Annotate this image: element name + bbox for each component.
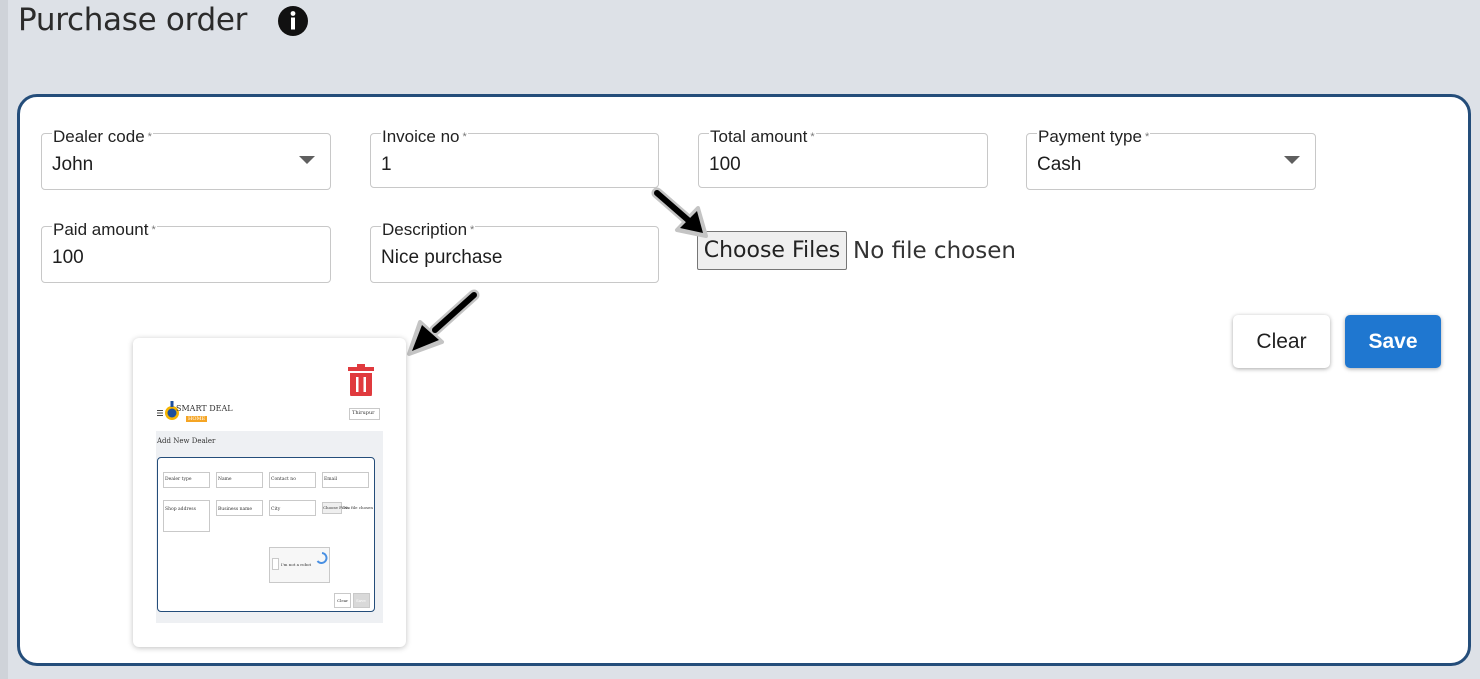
page-title: Purchase order <box>18 2 248 38</box>
invoice-no-label: Invoice no * <box>381 127 468 147</box>
recaptcha-icon <box>316 552 328 564</box>
arrow-pointer-icon <box>651 187 708 238</box>
chevron-down-icon[interactable] <box>1284 156 1300 164</box>
total-amount-label: Total amount * <box>709 127 816 147</box>
save-button[interactable]: Save <box>1345 315 1441 368</box>
choose-files-button[interactable]: Choose Files <box>697 231 847 270</box>
info-icon[interactable] <box>277 5 309 37</box>
file-status: No file chosen <box>853 238 1016 264</box>
payment-type-value: Cash <box>1037 154 1082 175</box>
payment-type-label: Payment type * <box>1037 127 1151 147</box>
invoice-no-value: 1 <box>381 154 392 175</box>
chevron-down-icon[interactable] <box>299 156 315 164</box>
payment-type-select[interactable]: Payment type * Cash <box>1026 127 1316 190</box>
clear-button[interactable]: Clear <box>1233 315 1330 368</box>
preview-tag: HOME <box>186 416 208 422</box>
description-label: Description * <box>381 220 476 240</box>
invoice-no-field[interactable]: Invoice no * 1 <box>370 127 659 188</box>
paid-amount-value: 100 <box>52 247 84 268</box>
paid-amount-label: Paid amount * <box>52 220 157 240</box>
left-edge <box>0 0 8 679</box>
menu-icon <box>157 410 163 416</box>
preview-brand: SMART DEAL <box>176 404 233 413</box>
dealer-code-value: John <box>52 154 94 175</box>
description-field[interactable]: Description * Nice purchase <box>370 220 659 283</box>
total-amount-value: 100 <box>709 154 741 175</box>
arrow-pointer-icon <box>407 289 480 356</box>
dealer-code-select[interactable]: Dealer code * John <box>41 127 331 190</box>
preview-heading: Add New Dealer <box>157 437 216 445</box>
trash-icon[interactable] <box>346 364 376 398</box>
dealer-code-label: Dealer code * <box>52 127 153 147</box>
paid-amount-field[interactable]: Paid amount * 100 <box>41 220 331 283</box>
description-value: Nice purchase <box>381 247 503 268</box>
total-amount-field[interactable]: Total amount * 100 <box>698 127 988 188</box>
